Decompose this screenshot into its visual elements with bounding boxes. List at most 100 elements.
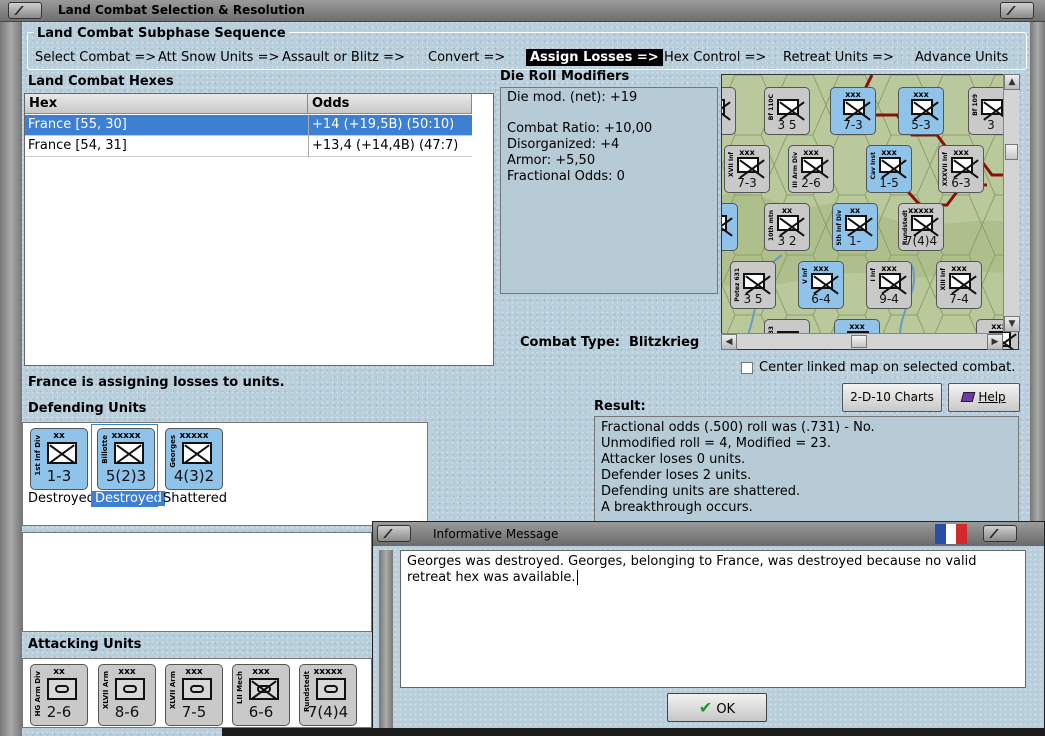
seq-assign-losses: Assign Losses => [526,49,663,66]
help-button[interactable]: Help [948,383,1020,412]
unit-name: Bf 110C [768,94,775,121]
unit-type-icon [911,215,933,231]
map-unit-counter[interactable]: xx 10th mtn 3 2 [764,203,810,251]
seq-advance-units: Advance Units [915,50,1009,65]
hex-row[interactable]: France [55, 30] +14 (+19,5B) (50:10) [25,115,472,136]
unit-type-icon [743,273,765,289]
scroll-thumb[interactable] [851,335,867,348]
map-unit-counter[interactable]: xxx V Inf 6-4 [798,261,844,309]
unit-size: xxx [913,90,929,99]
map-unit-counter[interactable]: Potez 631 3 5 [730,261,776,309]
scroll-up-icon[interactable]: ▲ [1004,74,1020,90]
attacking-unit-counter[interactable]: xxx XLVII Arm 7-5 [165,664,223,726]
map-unit-counter[interactable]: xx 5th Inf Div 1- [832,203,878,251]
unit-size: xxx [722,90,735,99]
unit-status: Destroyed [28,491,95,506]
scroll-right-icon[interactable]: ▶ [987,334,1003,350]
charts-button[interactable]: 2-D-10 Charts [842,383,942,412]
dialog-title: Informative Message [433,527,559,541]
unit-strength: 6-4 [811,292,831,306]
defending-units-title: Defending Units [28,401,147,416]
map-unit-counter[interactable]: xxx 5-3 [898,87,944,135]
linked-map[interactable]: xxx-3Bf 110C3 5xxx7-3xxx5-3Bf 1093xxxXVI… [721,74,1019,350]
unit-name: XIII Inf [940,268,947,291]
attacking-unit-counter[interactable]: xxx LII Mech 6-6 [232,664,290,726]
disorganized: Disorganized: +4 [507,137,620,152]
map-unit-counter[interactable]: xxx 7-3 [830,87,876,135]
dialog-left-frame [379,550,393,730]
column-header-hex[interactable]: Hex [25,94,308,114]
map-unit-counter[interactable]: xxx I Inf 9-4 [866,261,912,309]
dialog-titlebar[interactable]: Informative Message [373,522,1044,546]
unit-details-panel [22,532,372,632]
dialog-close-icon[interactable] [983,525,1017,542]
infantry-icon [47,442,77,464]
ok-button[interactable]: ✔ OK [667,693,767,722]
unit-strength: 6-6 [248,703,274,721]
unit-strength: 5-3 [911,118,931,132]
defending-unit-counter[interactable]: xx 1st Inf Div 1-3 [30,428,88,490]
map-vertical-scrollbar[interactable]: ▲ ▼ [1003,74,1020,332]
map-unit-counter[interactable]: xxx -3 [722,87,736,135]
unit-strength: -3 [722,118,735,132]
unit-strength: 1-3 [46,467,72,485]
map-unit-counter[interactable]: xxx Cav Inst 1-5 [866,145,912,193]
unit-size: xxx [845,90,861,99]
unit-status: Shattered [163,491,227,506]
scroll-thumb[interactable] [1005,144,1018,160]
result-line: Defender loses 2 units. [601,468,752,483]
land-combat-window: Land Combat Selection & Resolution Land … [0,0,1045,736]
map-unit-counter[interactable]: xxx XIII Inf 7-4 [936,261,982,309]
combat-type-label: Combat Type: [520,335,620,350]
unit-name: LII Mech [236,671,244,704]
unit-type-icon [951,157,973,173]
seq-convert: Convert => [428,50,506,65]
attacking-unit-counter[interactable]: xxxxx Rundstedt 7(4)4 [299,664,357,726]
map-unit-counter[interactable]: Bf 110C 3 5 [764,87,810,135]
unit-strength: 7-5 [181,703,207,721]
unit-size: xx [722,206,737,215]
map-unit-counter[interactable]: xxx XXXVII Inf 6-3 [938,145,984,193]
combat-hexes-title: Land Combat Hexes [28,74,174,89]
dialog-system-icon[interactable] [377,525,411,542]
seq-hex-control: Hex Control => [664,50,767,65]
unit-strength: 1- [849,234,861,248]
unit-strength: 7-3 [737,176,757,190]
status-assigning: France is assigning losses to units. [28,375,285,390]
map-unit-counter[interactable]: xx -4 [722,203,738,251]
scroll-down-icon[interactable]: ▼ [1004,316,1020,332]
unit-strength: 7-3 [843,118,863,132]
france-flag-icon [935,524,968,544]
defending-unit-counter[interactable]: xxxxx Georges 4(3)2 [165,428,223,490]
unit-strength: 1-5 [879,176,899,190]
map-unit-counter[interactable]: xxxxx Rundstedt 7(4)4 [898,203,944,251]
result-line: Fractional odds (.500) roll was (.731) -… [601,420,875,435]
unit-name: V Inf [802,268,809,284]
armor-icon [316,678,346,700]
attacking-unit-counter[interactable]: xxx XLVII Arm 8-6 [98,664,156,726]
unit-strength: 3 5 [743,292,763,306]
unit-type-icon [801,157,823,173]
map-unit-counter[interactable]: xxx III Arm Div 2-6 [788,145,834,193]
map-horizontal-scrollbar[interactable]: ◀ ▶ [721,333,1003,350]
center-map-label: Center linked map on selected combat. [759,360,1016,375]
attacking-unit-counter[interactable]: xx HG Arm Div 2-6 [30,664,88,726]
hex-row[interactable]: France [54, 31] +13,4 (+14,4B) (47:7) [25,136,472,157]
informative-message-dialog: Informative Message Georges was destroye… [372,521,1045,736]
dialog-message[interactable]: Georges was destroyed. Georges, belongin… [400,550,1026,688]
window-titlebar[interactable]: Land Combat Selection & Resolution [0,0,1045,22]
column-header-odds[interactable]: Odds [308,94,472,114]
die-mod-net: Die mod. (net): +19 [507,90,638,105]
center-map-checkbox[interactable] [741,362,753,374]
unit-strength: 7(4)4 [904,234,938,248]
window-close-icon[interactable] [1000,2,1034,19]
odds-cell: +13,4 (+14,4B) (47:7) [312,138,459,153]
scroll-left-icon[interactable]: ◀ [721,334,737,350]
map-unit-counter[interactable]: xxx XVII Inf 7-3 [724,145,770,193]
unit-type-icon [777,215,799,231]
odds-cell: +14 (+19,5B) (50:10) [312,117,455,132]
result-box: Fractional odds (.500) roll was (.731) -… [594,416,1019,524]
left-frame [0,22,22,736]
system-menu-icon[interactable] [8,2,42,19]
unit-type-icon [843,99,865,115]
